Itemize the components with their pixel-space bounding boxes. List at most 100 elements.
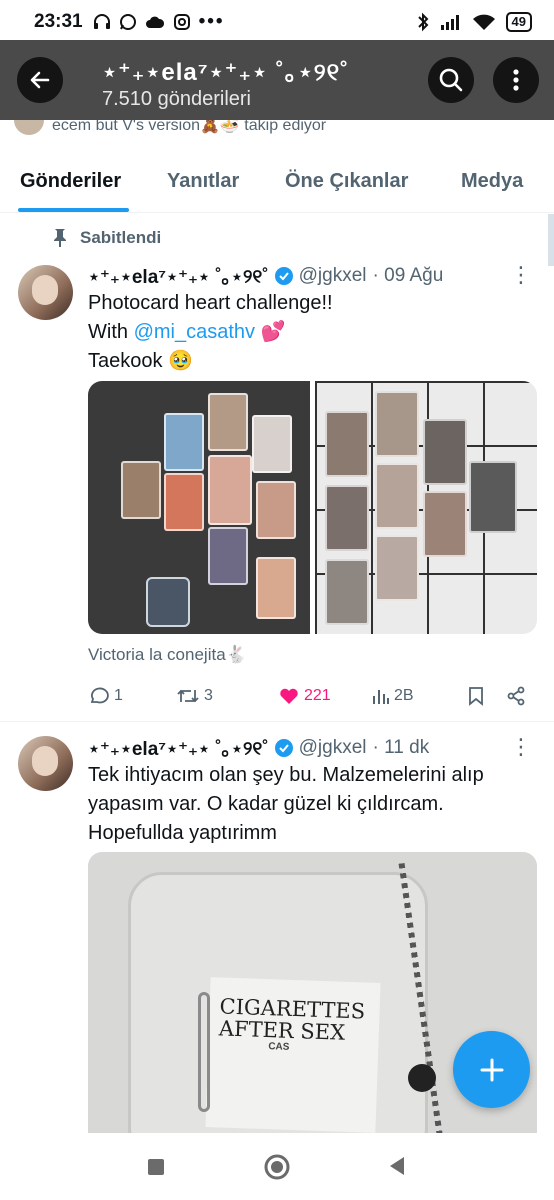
tab-replies[interactable]: Yanıtlar xyxy=(167,170,239,193)
back-button[interactable] xyxy=(17,57,63,103)
back-arrow-icon xyxy=(30,71,50,89)
post-divider xyxy=(0,721,554,722)
profile-tabs: Gönderiler Yanıtlar Öne Çıkanlar Medya xyxy=(0,150,554,213)
photocard xyxy=(164,413,204,471)
post-text-fragment: With xyxy=(88,321,134,343)
post-text-fragment: 💕 xyxy=(255,321,286,343)
repost-count: 3 xyxy=(204,687,213,704)
system-icons: 49 xyxy=(416,12,532,32)
headphones-icon xyxy=(93,14,110,29)
repost-icon xyxy=(177,689,199,703)
views-button[interactable]: 2B xyxy=(372,687,414,705)
plus-icon xyxy=(480,1058,503,1081)
photocard xyxy=(256,481,296,539)
status-bar: 23:31 ••• 49 xyxy=(0,0,554,44)
photocard xyxy=(375,463,419,529)
post-text-line: Photocard heart challenge!! xyxy=(88,292,333,314)
post-text-line: Hopefullda yaptırimm xyxy=(88,822,277,844)
photocard xyxy=(121,461,161,519)
instagram-icon xyxy=(173,14,190,30)
post-more-icon[interactable]: ⋮ xyxy=(510,734,532,760)
views-count: 2B xyxy=(394,687,414,704)
post-text-line: Taekook 🥹 xyxy=(88,350,193,372)
pinned-text: Sabitlendi xyxy=(80,228,162,247)
photocard xyxy=(423,491,467,557)
bluetooth-icon xyxy=(417,12,428,32)
photocard xyxy=(325,485,369,551)
author-handle[interactable]: @jgkxel xyxy=(299,265,367,287)
post-text: Tek ihtiyacım olan şey bu. Malzemelerini… xyxy=(88,761,484,848)
post-count: 7.510 gönderileri xyxy=(102,88,251,110)
image-attribution[interactable]: Victoria la conejita🐇 xyxy=(88,645,247,665)
heart-icon xyxy=(280,688,298,704)
bookmark-icon xyxy=(469,687,483,706)
mention-link[interactable]: @mi_casathv xyxy=(134,321,255,343)
post-image-left[interactable] xyxy=(88,381,310,634)
share-button[interactable] xyxy=(506,686,526,706)
post-header: ⋆⁺₊⋆ela⁷⋆⁺₊⋆ ˚｡⋆୨୧˚ @jgkxel · 09 Ağu xyxy=(88,262,443,289)
tab-posts[interactable]: Gönderiler xyxy=(20,170,121,193)
bookmark-button[interactable] xyxy=(468,686,484,706)
photocard xyxy=(375,535,419,601)
system-nav-bar xyxy=(0,1133,554,1200)
post-time: · 11 dk xyxy=(372,736,430,758)
ticket-insert: CIGARETTES AFTER SEX CAS xyxy=(205,977,381,1133)
cloud-icon xyxy=(145,16,164,28)
active-tab-indicator xyxy=(18,208,129,212)
bead-charm xyxy=(408,1064,436,1092)
photocard xyxy=(375,391,419,457)
compose-button[interactable] xyxy=(453,1031,530,1108)
photocard xyxy=(208,527,248,585)
home-icon[interactable] xyxy=(264,1154,290,1180)
post-actions: 1 3 221 2B xyxy=(88,683,528,709)
tab-highlights[interactable]: Öne Çıkanlar xyxy=(285,170,408,193)
post-more-icon[interactable]: ⋮ xyxy=(510,262,532,288)
post-header: ⋆⁺₊⋆ela⁷⋆⁺₊⋆ ˚｡⋆୨୧˚ @jgkxel · 11 dk xyxy=(88,734,429,761)
status-time: 23:31 xyxy=(34,11,83,32)
photocard xyxy=(256,557,296,619)
notification-icons: ••• xyxy=(93,11,225,33)
post-text: Photocard heart challenge!! With @mi_cas… xyxy=(88,289,333,376)
photocard xyxy=(469,461,517,533)
author-handle[interactable]: @jgkxel xyxy=(299,737,367,759)
avatar[interactable] xyxy=(18,265,73,320)
repost-button[interactable]: 3 xyxy=(176,686,213,706)
reply-icon xyxy=(90,687,109,704)
back-nav-icon[interactable] xyxy=(388,1156,406,1176)
more-vertical-icon xyxy=(513,69,519,91)
photocard xyxy=(208,455,252,525)
share-icon xyxy=(507,686,525,706)
like-button[interactable]: 221 xyxy=(278,686,331,706)
wifi-icon xyxy=(472,14,495,30)
tab-media[interactable]: Medya xyxy=(461,170,523,193)
whatsapp-icon xyxy=(119,14,136,30)
like-count: 221 xyxy=(304,687,331,704)
battery-indicator: 49 xyxy=(505,12,532,32)
photocard xyxy=(252,415,292,473)
author-name[interactable]: ⋆⁺₊⋆ela⁷⋆⁺₊⋆ ˚｡⋆୨୧˚ xyxy=(88,734,269,761)
author-name[interactable]: ⋆⁺₊⋆ela⁷⋆⁺₊⋆ ˚｡⋆୨୧˚ xyxy=(88,262,269,289)
pin-icon xyxy=(54,229,66,247)
keychain xyxy=(146,577,190,627)
photocard xyxy=(164,473,204,531)
safety-pin xyxy=(198,992,210,1112)
post-time: · 09 Ağu xyxy=(372,264,444,286)
reply-button[interactable]: 1 xyxy=(88,686,123,706)
views-icon xyxy=(373,690,389,704)
verified-badge-icon xyxy=(274,738,293,757)
photocard xyxy=(208,393,248,451)
recents-icon[interactable] xyxy=(147,1158,165,1176)
post-image-right[interactable] xyxy=(315,381,537,634)
photocard xyxy=(423,419,467,485)
scrollbar[interactable] xyxy=(548,214,554,266)
reply-count: 1 xyxy=(114,687,123,704)
more-notifications-icon: ••• xyxy=(198,11,225,32)
post-text-line: yapasım var. O kadar güzel ki çıldırcam. xyxy=(88,793,444,815)
avatar[interactable] xyxy=(18,736,73,791)
more-options-button[interactable] xyxy=(493,57,539,103)
verified-badge-icon xyxy=(274,266,293,285)
photocard xyxy=(325,559,369,625)
post-text-line: With @mi_casathv 💕 xyxy=(88,318,333,347)
search-button[interactable] xyxy=(428,57,474,103)
profile-display-name: ⋆⁺₊⋆ela⁷⋆⁺₊⋆ ˚｡⋆୨୧˚ xyxy=(102,59,350,86)
